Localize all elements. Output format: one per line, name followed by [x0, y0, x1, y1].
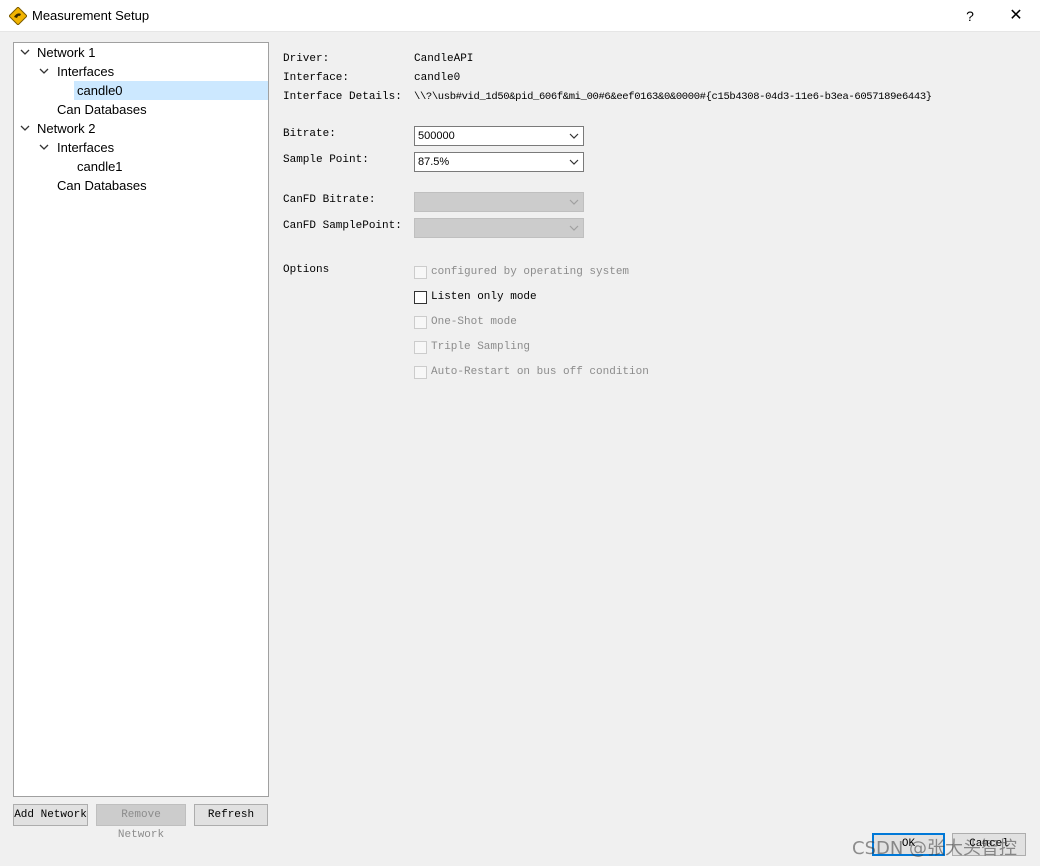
- tree-item-label: candle0: [77, 83, 123, 98]
- canfd-bitrate-select[interactable]: [414, 192, 584, 212]
- checkbox-box[interactable]: [414, 316, 427, 329]
- sample-point-select-value: 87.5%: [418, 156, 450, 168]
- tree-item-interfaces-2[interactable]: Interfaces: [14, 138, 268, 157]
- add-network-button[interactable]: Add Network: [13, 804, 88, 826]
- chevron-down-icon: [569, 159, 579, 165]
- app-icon: [9, 7, 27, 25]
- interface-label: Interface:: [283, 72, 350, 84]
- sample-point-select[interactable]: 87.5%: [414, 152, 584, 172]
- chevron-down-icon: [569, 133, 579, 139]
- checkbox-box[interactable]: [414, 266, 427, 279]
- close-button[interactable]: ✕: [1002, 4, 1030, 28]
- checkbox-box[interactable]: [414, 291, 427, 304]
- interface-value: candle0: [414, 72, 461, 84]
- network-tree[interactable]: Network 1 Interfaces candle0 Can Databas…: [13, 42, 269, 797]
- checkbox-label: One-Shot mode: [431, 316, 517, 328]
- tree-item-label: Can Databases: [57, 102, 147, 117]
- tree-item-label: Can Databases: [57, 178, 147, 193]
- refresh-button[interactable]: Refresh: [194, 804, 268, 826]
- bitrate-select-value: 500000: [418, 130, 455, 142]
- chevron-down-icon[interactable]: [18, 43, 32, 62]
- tree-item-candle1[interactable]: candle1: [14, 157, 268, 176]
- tree-item-network-2[interactable]: Network 2: [14, 119, 268, 138]
- window-title: Measurement Setup: [32, 8, 150, 23]
- tree-item-label: candle1: [77, 159, 123, 174]
- help-button[interactable]: ?: [956, 4, 984, 28]
- tree-item-label: Network 1: [37, 45, 96, 60]
- options-label: Options: [283, 264, 330, 276]
- sample-point-label: Sample Point:: [283, 154, 369, 166]
- interface-details-value: \\?\usb#vid_1d50&pid_606f&mi_00#6&eef016…: [414, 91, 932, 103]
- watermark: CSDN @张大头智控: [852, 838, 1018, 859]
- tree-item-can-databases-2[interactable]: Can Databases: [14, 176, 268, 195]
- tree-item-label: Network 2: [37, 121, 96, 136]
- tree-item-interfaces-1[interactable]: Interfaces: [14, 62, 268, 81]
- tree-item-candle0[interactable]: candle0: [74, 81, 268, 100]
- chevron-down-icon: [569, 225, 579, 231]
- title-bar: Measurement Setup ? ✕: [0, 0, 1040, 32]
- canfd-bitrate-label: CanFD Bitrate:: [283, 194, 376, 206]
- bitrate-label: Bitrate:: [283, 128, 336, 140]
- remove-network-button[interactable]: Remove Network: [96, 804, 186, 841]
- tree-item-label: Interfaces: [57, 140, 115, 155]
- checkbox-label: Listen only mode: [431, 291, 537, 303]
- chevron-down-icon[interactable]: [37, 62, 51, 81]
- checkbox-label: Auto-Restart on bus off condition: [431, 366, 649, 378]
- tree-item-network-1[interactable]: Network 1: [14, 43, 268, 62]
- tree-item-label: Interfaces: [57, 64, 115, 79]
- tree-item-can-databases-1[interactable]: Can Databases: [14, 100, 268, 119]
- interface-details-label: Interface Details:: [283, 91, 402, 103]
- checkbox-label: Triple Sampling: [431, 341, 531, 353]
- chevron-down-icon: [569, 199, 579, 205]
- chevron-down-icon[interactable]: [37, 138, 51, 157]
- driver-label: Driver:: [283, 53, 330, 65]
- checkbox-box[interactable]: [414, 366, 427, 379]
- bitrate-select[interactable]: 500000: [414, 126, 584, 146]
- checkbox-label: configured by operating system: [431, 266, 630, 278]
- driver-value: CandleAPI: [414, 53, 474, 65]
- chevron-down-icon[interactable]: [18, 119, 32, 138]
- canfd-samplepoint-select[interactable]: [414, 218, 584, 238]
- checkbox-box[interactable]: [414, 341, 427, 354]
- canfd-samplepoint-label: CanFD SamplePoint:: [283, 220, 402, 232]
